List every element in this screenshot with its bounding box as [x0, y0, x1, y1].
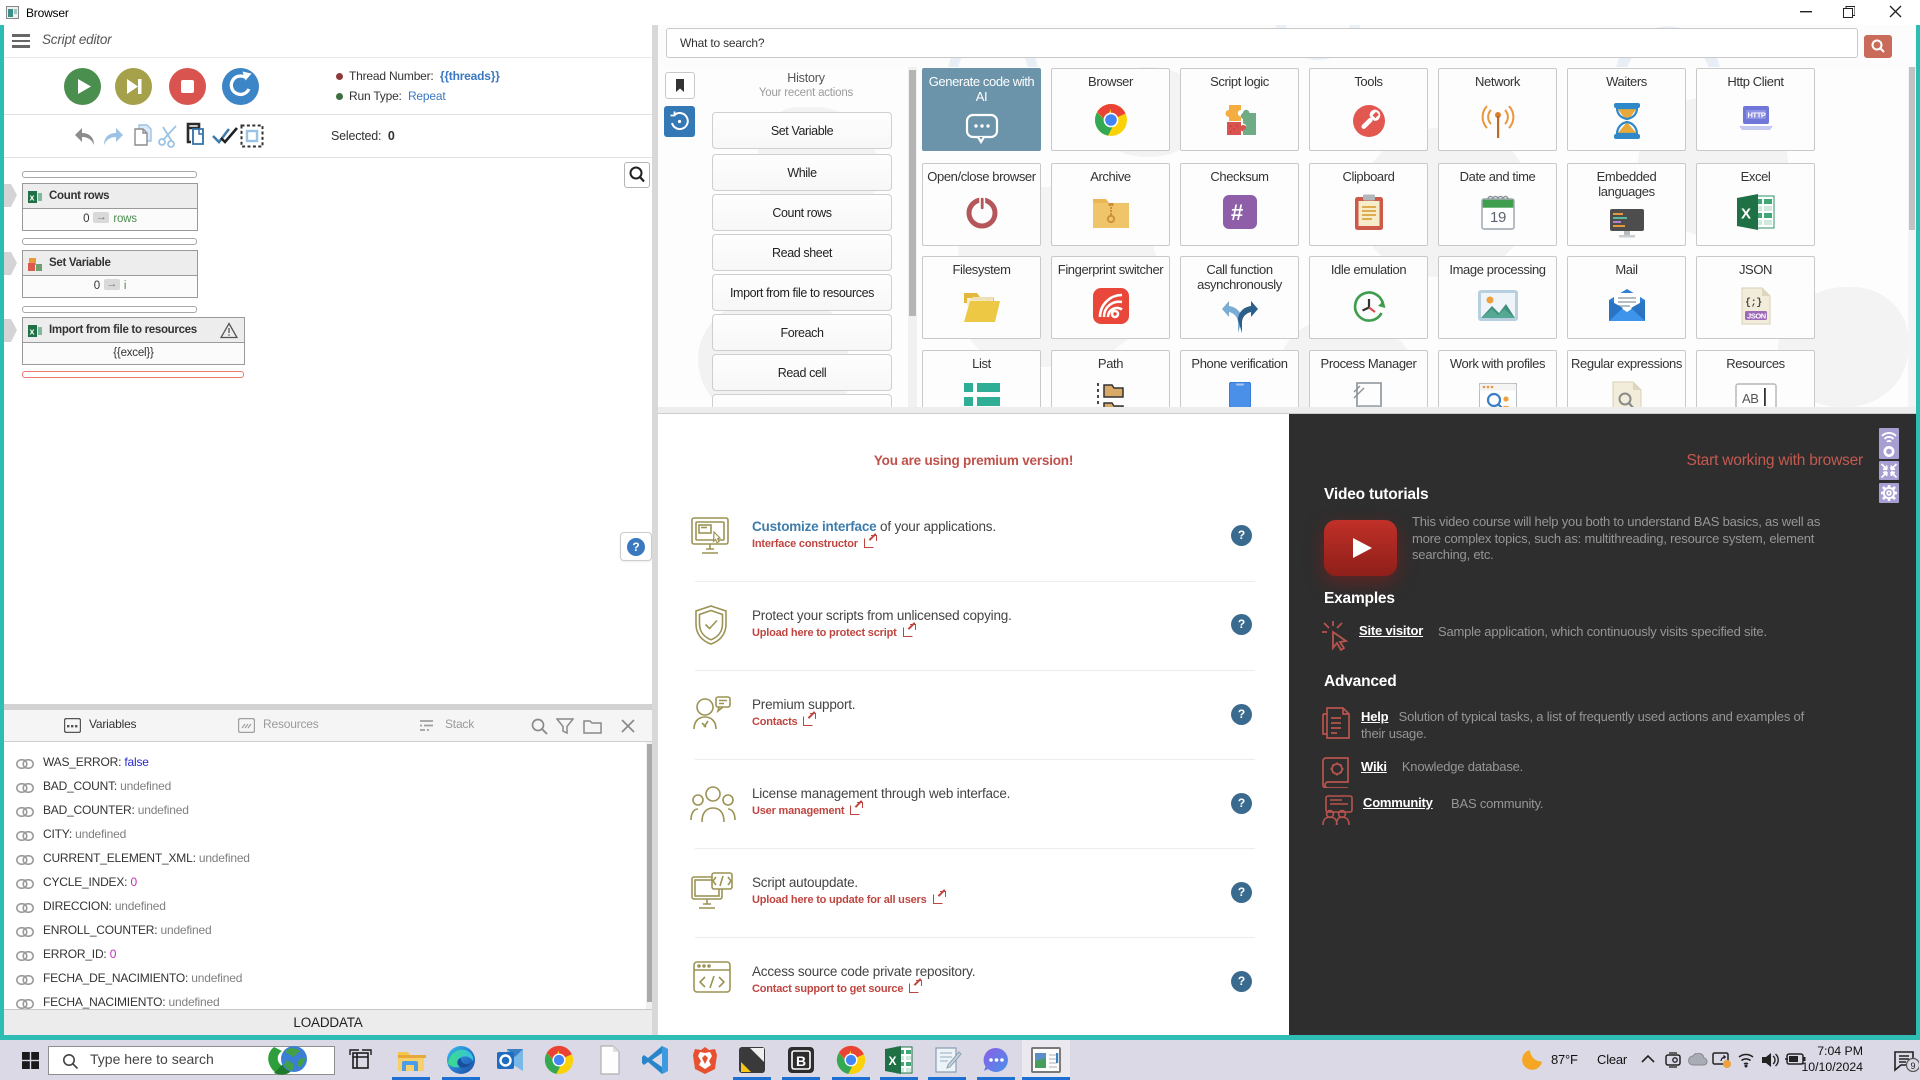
svg-text:X: X: [1741, 206, 1751, 223]
svg-text:JSON: JSON: [1747, 312, 1766, 321]
svg-text:HTTP: HTTP: [1747, 111, 1765, 120]
svg-text:9: 9: [1911, 1061, 1916, 1071]
svg-text:19: 19: [1490, 209, 1506, 226]
svg-text:B: B: [796, 1053, 806, 1069]
svg-text:{;}: {;}: [1745, 297, 1762, 309]
svg-text:AB: AB: [1742, 391, 1759, 406]
svg-text:x: x: [30, 193, 35, 203]
svg-text:#: #: [1231, 200, 1243, 225]
svg-text:X: X: [889, 1054, 897, 1068]
svg-text:x: x: [30, 327, 35, 337]
